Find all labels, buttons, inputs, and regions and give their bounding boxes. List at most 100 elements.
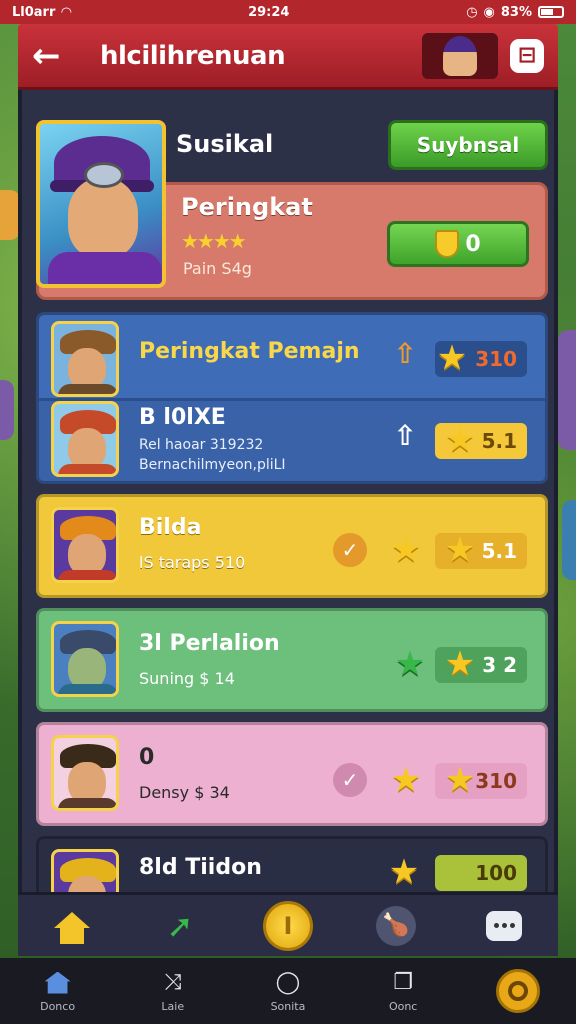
- list-item-subtitle: Densy $ 34: [139, 783, 230, 802]
- circle-icon: ◯: [275, 970, 301, 995]
- bg-house-right: [558, 330, 576, 450]
- tab-share[interactable]: ⤨ Laie: [133, 970, 213, 1013]
- avatar: [51, 621, 119, 697]
- score-value: 100: [475, 861, 517, 885]
- list-item[interactable]: 8ld Tiidon ★ 100: [36, 836, 548, 899]
- check-icon: ✓: [333, 763, 367, 797]
- nav-inventory-button[interactable]: 🍗: [366, 898, 426, 954]
- list-item-title: Bilda: [139, 515, 202, 540]
- star-icon: ★: [390, 530, 422, 570]
- avatar-body: [58, 570, 116, 580]
- clock-text: 29:24: [248, 4, 290, 20]
- food-icon: 🍗: [376, 905, 416, 946]
- player-portrait[interactable]: [36, 120, 166, 288]
- tab-label: Oonc: [388, 999, 418, 1013]
- list-item-subtitle: Suning $ 14: [139, 669, 235, 688]
- battery-icon: [538, 6, 564, 18]
- score-pill: 100: [435, 855, 527, 891]
- profile-card: Peringkat ★★★★ Pain S4g 0 Susikal Suybns…: [36, 120, 548, 302]
- tab-ring[interactable]: [478, 969, 558, 1013]
- nav-chat-button[interactable]: [474, 898, 534, 954]
- rank-up-arrow-icon: ⇧: [393, 337, 417, 370]
- check-icon: ✓: [333, 533, 367, 567]
- tab-square[interactable]: ❐ Oonc: [363, 970, 443, 1013]
- list-item[interactable]: Peringkat Pemajn ⇧ 310 ★: [39, 315, 545, 401]
- nav-upgrade-button[interactable]: ➚: [150, 898, 210, 954]
- battery-percent: 83%: [500, 4, 532, 20]
- subscribe-button[interactable]: Suybnsal: [388, 120, 548, 170]
- list-item-title: B l0lXE: [139, 405, 226, 430]
- avatar: [51, 507, 119, 583]
- rank-stars: ★★★★: [181, 229, 247, 253]
- star-icon: ★: [444, 760, 476, 800]
- star-icon: ★: [444, 420, 476, 460]
- carrier-text: Ll0arr: [12, 4, 56, 20]
- bg-tower-right: [562, 500, 576, 580]
- nav-coin-button[interactable]: I: [258, 898, 318, 954]
- star-icon: ★: [436, 338, 468, 378]
- bg-crate-left: [0, 190, 20, 240]
- coin-icon: I: [263, 900, 313, 951]
- leaderboard-panel: Peringkat ★★★★ Pain S4g 0 Susikal Suybns…: [18, 90, 558, 954]
- score-value: 310: [475, 769, 517, 793]
- coin-button[interactable]: 0: [387, 221, 529, 267]
- score-value: 5.1: [481, 429, 517, 453]
- green-star-icon: ★: [394, 644, 426, 684]
- alarm-icon: ◷: [466, 4, 478, 20]
- avatar-body: [58, 384, 116, 394]
- list-item[interactable]: 0 Densy $ 34 ✓ ★ 310 ★: [36, 722, 548, 826]
- character-avatar-icon: [443, 35, 477, 76]
- home-tab-icon: [44, 971, 71, 994]
- avatar-body: [58, 684, 116, 694]
- avatar-body: [58, 798, 116, 808]
- list-item-subtitle: Rel haoar 319232: [139, 437, 264, 453]
- avatar-body: [58, 464, 116, 474]
- chat-icon: [486, 910, 522, 941]
- leaderboard-group: Peringkat Pemajn ⇧ 310 ★ B l0lXE Rel hao…: [36, 312, 548, 484]
- list-item[interactable]: B l0lXE Rel haoar 319232 Bernachilmyeon,…: [39, 401, 545, 487]
- player-name: Susikal: [176, 130, 274, 158]
- coin-value: 0: [465, 231, 481, 257]
- bottom-tab-bar: Donco ⤨ Laie ◯ Sonita ❐ Oonc: [0, 958, 576, 1024]
- list-item-title: 8ld Tiidon: [139, 855, 262, 880]
- list-item[interactable]: Bilda lS taraps 510 ✓ ★ 5.1 ★: [36, 494, 548, 598]
- list-item-title: 0: [139, 745, 155, 770]
- star-icon: ★: [388, 852, 420, 892]
- share-icon: ⤨: [163, 970, 182, 995]
- rank-subtitle: Pain S4g: [183, 259, 252, 278]
- rank-up-arrow-icon: ⇧: [393, 419, 417, 452]
- score-value: 310: [475, 347, 517, 371]
- avatar: [51, 401, 119, 477]
- avatar: [51, 321, 119, 397]
- portrait-face: [68, 178, 138, 258]
- square-icon: ❐: [393, 970, 414, 995]
- tab-circle[interactable]: ◯ Sonita: [248, 970, 328, 1013]
- home-icon: [54, 911, 90, 944]
- close-button[interactable]: ⊟: [510, 38, 544, 73]
- shield-icon: [435, 230, 460, 258]
- avatar: [51, 735, 119, 811]
- list-item-subtitle: lS taraps 510: [139, 553, 246, 572]
- tab-label: Donco: [40, 999, 76, 1013]
- bg-house-left: [0, 380, 14, 440]
- star-icon: ★: [444, 644, 476, 684]
- location-icon: ◉: [483, 4, 495, 20]
- ring-icon: [496, 969, 541, 1013]
- list-item-title: Peringkat Pemajn: [139, 339, 360, 364]
- header-avatar[interactable]: [422, 32, 498, 79]
- list-item-detail: Bernachilmyeon,pliLI: [139, 457, 286, 473]
- nav-home-button[interactable]: [42, 898, 102, 954]
- page-title: hlcilihrenuan: [100, 40, 286, 71]
- upgrade-arrow-icon: ➚: [166, 906, 194, 945]
- tab-home[interactable]: Donco: [18, 970, 98, 1013]
- list-item[interactable]: 3l Perlalion Suning $ 14 ★ 3 2 ★: [36, 608, 548, 712]
- portrait-goggle: [84, 162, 124, 188]
- status-bar: Ll0arr ◠ 29:24 ◷ ◉ 83%: [0, 0, 576, 24]
- tab-label: Laie: [161, 999, 185, 1013]
- score-value: 3 2: [482, 653, 517, 677]
- app-header: ← hlcilihrenuan ⊟: [18, 24, 558, 90]
- back-arrow-icon[interactable]: ←: [32, 36, 72, 76]
- star-icon: ★: [390, 760, 422, 800]
- wifi-icon: ◠: [61, 4, 72, 20]
- tab-label: Sonita: [270, 999, 306, 1013]
